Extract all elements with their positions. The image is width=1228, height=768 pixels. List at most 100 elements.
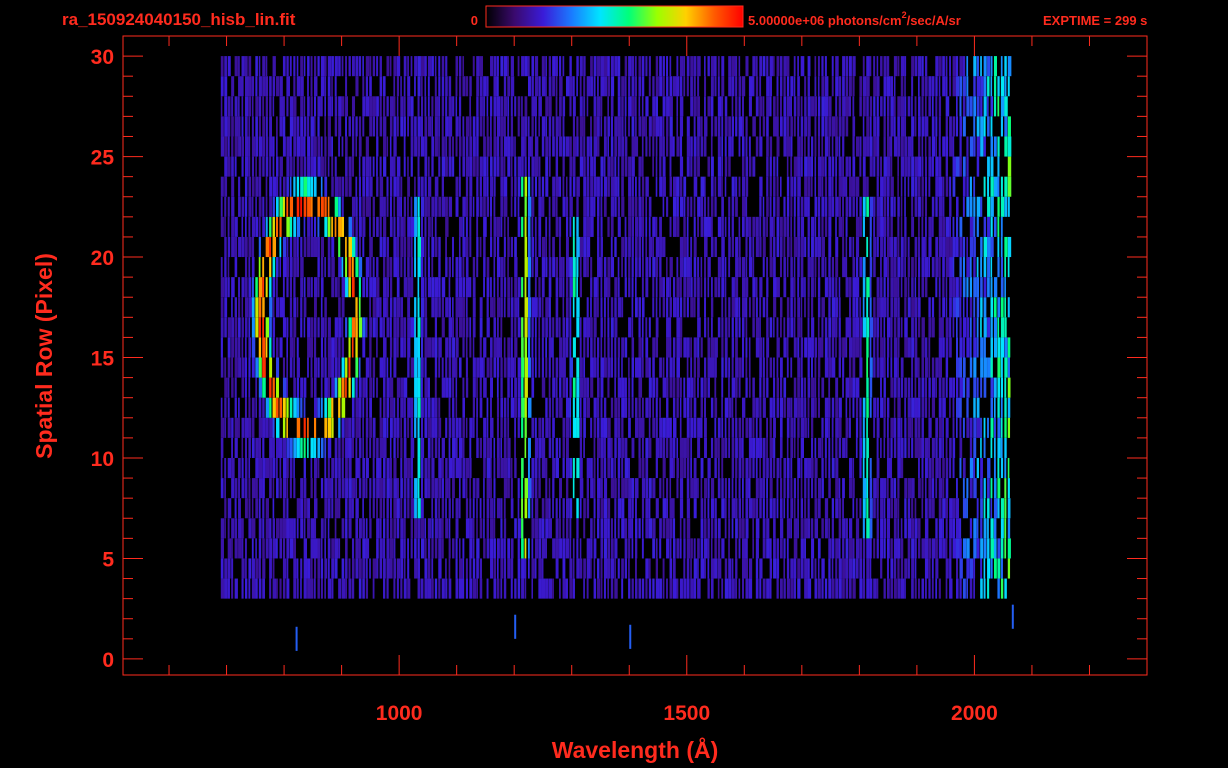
heatmap-cell xyxy=(300,136,304,157)
heatmap-cell xyxy=(614,518,617,539)
heatmap-cell xyxy=(510,136,514,157)
heatmap-cell xyxy=(779,176,782,197)
heatmap-cell xyxy=(565,498,570,519)
heatmap-cell xyxy=(793,417,796,438)
heatmap-cell xyxy=(472,578,477,599)
heatmap-cell xyxy=(648,76,651,97)
heatmap-cell xyxy=(918,196,921,217)
heatmap-cell xyxy=(427,397,431,418)
heatmap-cell xyxy=(303,116,307,137)
heatmap-cell xyxy=(811,216,815,237)
heatmap-cell xyxy=(924,236,927,258)
heatmap-cell xyxy=(362,417,364,438)
heatmap-cell xyxy=(790,578,794,599)
heatmap-cell xyxy=(693,297,696,318)
heatmap-cell xyxy=(855,176,860,197)
heatmap-cell xyxy=(724,317,728,338)
heatmap-cell xyxy=(852,357,856,378)
heatmap-cell xyxy=(531,578,534,599)
heatmap-cell xyxy=(424,397,428,418)
heatmap-cell xyxy=(880,498,884,519)
heatmap-cell xyxy=(417,337,421,358)
heatmap-cell xyxy=(952,116,956,137)
heatmap-cell xyxy=(1007,337,1011,358)
heatmap-cell xyxy=(631,96,635,117)
heatmap-cell xyxy=(234,417,239,438)
heatmap-cell xyxy=(320,297,323,318)
heatmap-cell xyxy=(472,56,475,77)
heatmap-cell xyxy=(900,96,905,117)
heatmap-cell xyxy=(244,377,247,398)
heatmap-cell xyxy=(465,176,469,197)
heatmap-cell xyxy=(576,518,579,539)
heatmap-cell xyxy=(431,297,435,318)
heatmap-cell xyxy=(517,498,520,519)
heatmap-cell xyxy=(410,216,415,237)
heatmap-cell xyxy=(590,216,594,237)
heatmap-cell xyxy=(369,397,372,418)
heatmap-cell xyxy=(341,277,346,298)
heatmap-cell xyxy=(997,317,1000,338)
heatmap-cell xyxy=(313,176,317,197)
heatmap-cell xyxy=(465,156,470,177)
heatmap-cell xyxy=(597,56,601,77)
heatmap-cell xyxy=(338,437,341,458)
heatmap-cell xyxy=(842,538,845,559)
heatmap-cell xyxy=(448,277,451,298)
heatmap-cell xyxy=(1000,357,1003,378)
heatmap-cell xyxy=(952,317,955,338)
heatmap-cell xyxy=(990,357,993,378)
heatmap-cell xyxy=(790,457,793,479)
heatmap-cell xyxy=(721,156,723,177)
heatmap-cell xyxy=(490,236,493,258)
heatmap-cell xyxy=(403,96,406,117)
heatmap-cell xyxy=(859,257,863,278)
heatmap-cell xyxy=(928,437,931,458)
heatmap-cell xyxy=(748,478,751,499)
heatmap-cell xyxy=(921,578,925,599)
heatmap-cell xyxy=(424,297,428,318)
heatmap-cell xyxy=(759,578,762,599)
heatmap-cell xyxy=(427,76,430,97)
heatmap-cell xyxy=(690,277,693,298)
heatmap-cell xyxy=(324,116,326,137)
heatmap-cell xyxy=(707,578,710,599)
heatmap-cell xyxy=(962,156,966,177)
heatmap-cell xyxy=(921,116,925,137)
heatmap-cell xyxy=(324,96,327,117)
heatmap-cell xyxy=(897,277,900,298)
heatmap-cell xyxy=(880,317,883,338)
heatmap-cell xyxy=(403,196,406,217)
heatmap-cell xyxy=(251,578,256,599)
heatmap-cell xyxy=(293,236,297,258)
heatmap-cell xyxy=(990,397,993,418)
heatmap-cell xyxy=(465,317,469,338)
heatmap-cell xyxy=(742,538,746,559)
heatmap-cell xyxy=(710,76,714,97)
heatmap-cell xyxy=(790,277,794,298)
heatmap-cell xyxy=(469,236,472,258)
heatmap-cell xyxy=(959,437,963,458)
heatmap-cell xyxy=(338,317,342,338)
heatmap-cell xyxy=(911,216,915,237)
heatmap-cell xyxy=(648,216,651,237)
heatmap-cell xyxy=(855,498,858,519)
heatmap-cell xyxy=(980,437,982,458)
heatmap-cell xyxy=(500,377,503,398)
heatmap-cell xyxy=(220,397,223,418)
heatmap-cell xyxy=(880,538,884,559)
heatmap-cell xyxy=(555,56,558,77)
heatmap-cell xyxy=(279,578,282,599)
heatmap-cell xyxy=(490,337,493,358)
heatmap-cell xyxy=(904,196,906,217)
heatmap-cell xyxy=(800,417,805,438)
heatmap-cell xyxy=(776,116,779,137)
heatmap-cell xyxy=(683,176,687,197)
heatmap-cell xyxy=(303,498,307,519)
heatmap-cell xyxy=(614,156,617,177)
heatmap-cell xyxy=(997,337,1001,358)
heatmap-cell xyxy=(469,317,472,338)
heatmap-cell xyxy=(358,578,362,599)
heatmap-cell xyxy=(369,518,372,539)
heatmap-cell xyxy=(907,377,911,398)
